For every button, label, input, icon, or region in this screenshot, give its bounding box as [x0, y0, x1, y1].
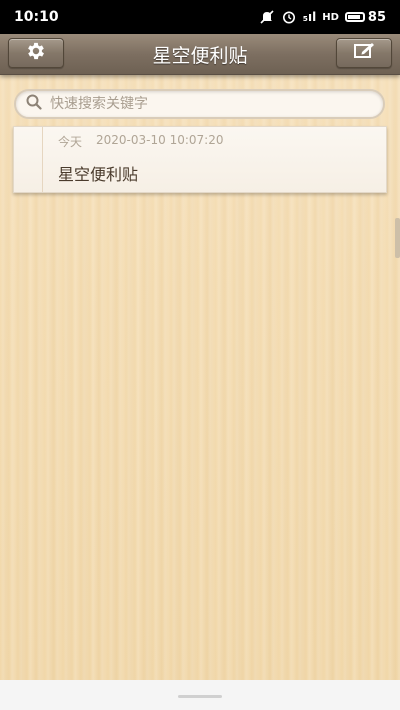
search-bar[interactable] [14, 89, 385, 119]
home-indicator[interactable] [178, 695, 222, 698]
compose-icon [352, 41, 376, 65]
note-meta: 今天 2020-03-10 10:07:20 [58, 133, 223, 150]
status-bar: 10:10 ₅ıl HD 85 [0, 0, 400, 34]
navigation-bar [0, 680, 400, 710]
mute-icon [259, 9, 275, 25]
status-icons: ₅ıl HD 85 [259, 9, 386, 25]
note-day: 今天 [58, 135, 83, 149]
note-list-item[interactable]: 今天 2020-03-10 10:07:20 星空便利贴 [13, 126, 387, 193]
note-timestamp: 2020-03-10 10:07:20 [96, 133, 224, 147]
alarm-icon [281, 9, 297, 25]
search-input[interactable] [48, 95, 352, 113]
battery-icon: 85 [344, 9, 386, 25]
settings-button[interactable] [8, 38, 64, 68]
signal-icon: ₅ıl [302, 10, 317, 24]
status-time: 10:10 [14, 9, 59, 25]
battery-fill [347, 15, 360, 19]
app-screen: 10:10 ₅ıl HD 85 星空便利贴 快速搜索关键字 今天 2020-03… [0, 0, 400, 710]
new-note-button[interactable] [336, 38, 392, 68]
note-title: 星空便利贴 [58, 165, 139, 184]
battery-level: 85 [367, 9, 386, 25]
scrollbar[interactable] [395, 218, 400, 258]
search-icon [26, 94, 42, 114]
app-toolbar: 星空便利贴 [0, 34, 400, 75]
hd-icon: HD [322, 11, 339, 23]
gear-icon [25, 40, 47, 66]
